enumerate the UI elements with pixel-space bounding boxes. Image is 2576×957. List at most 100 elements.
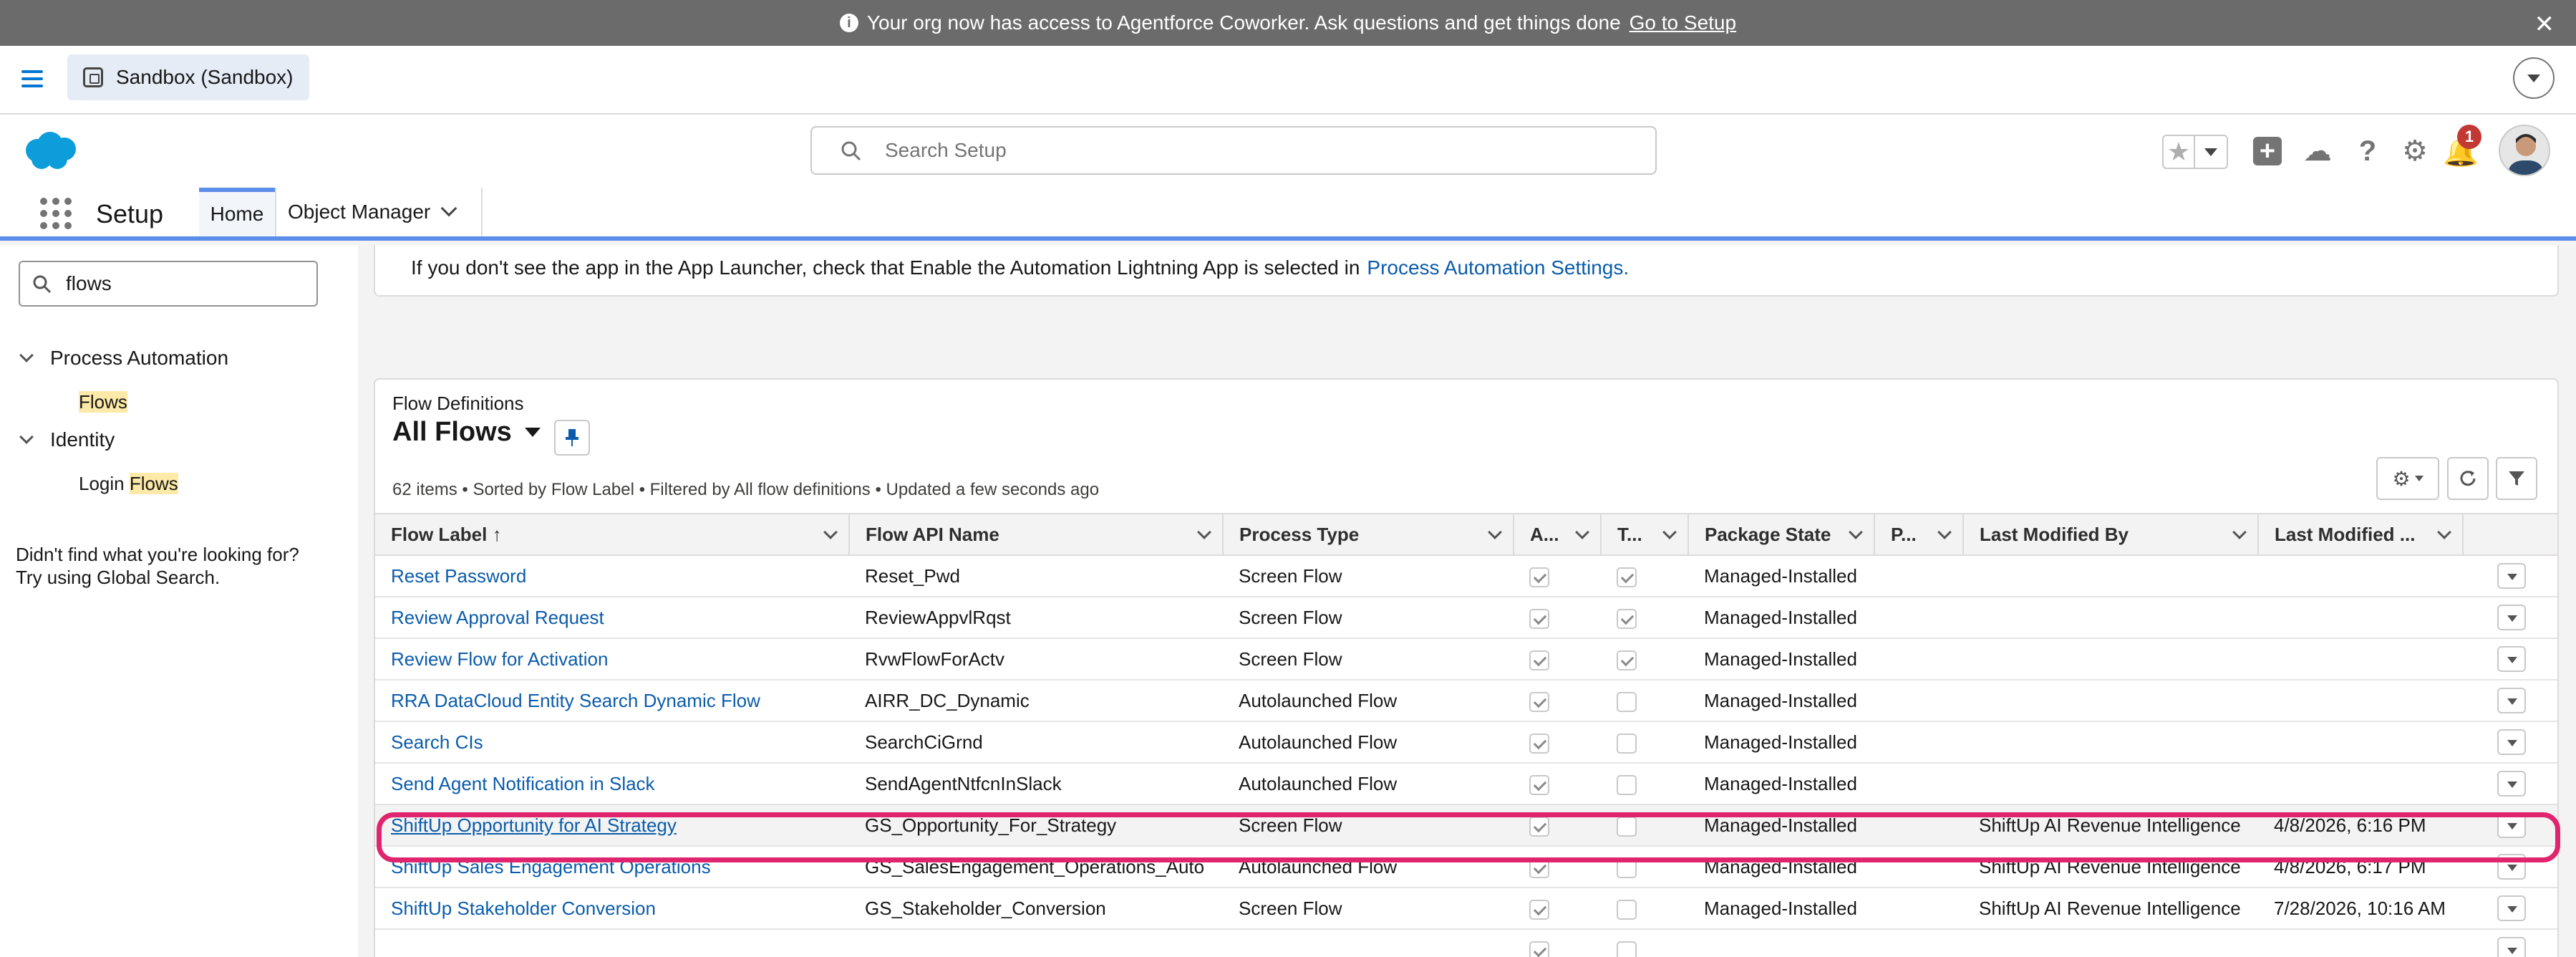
row-actions-menu-button[interactable] (2497, 771, 2526, 797)
column-header-p[interactable]: P... (1874, 513, 1964, 556)
column-header-flow-api-name[interactable]: Flow API Name (849, 513, 1224, 556)
info-card: If you don't see the app in the App Laun… (374, 245, 2559, 297)
chevron-down-icon[interactable] (19, 430, 34, 444)
package-state-cell: Managed-Installed (1688, 597, 1874, 639)
chevron-down-icon[interactable] (1937, 525, 1952, 539)
quick-find-input[interactable] (66, 272, 302, 295)
org-announcement-banner: i Your org now has access to Agentforce … (0, 0, 2576, 46)
flow-api-name-cell (849, 929, 1223, 957)
active-cell (1514, 763, 1601, 805)
star-icon[interactable]: ★ (2164, 136, 2195, 168)
package-state-cell: Managed-Installed (1688, 638, 1874, 681)
p-cell (1874, 638, 1963, 681)
flow-label-cell: Send Agent Notification in Slack (375, 763, 849, 805)
table-row: Review Flow for Activation RvwFlowForActv… (375, 638, 2557, 681)
flow-api-name-cell: ReviewAppvlRqst (849, 597, 1223, 639)
chevron-down-icon[interactable] (524, 428, 541, 437)
user-avatar[interactable] (2499, 125, 2550, 176)
column-header-last-modified[interactable]: Last Modified ... (2258, 513, 2464, 556)
filter-icon (2509, 471, 2524, 486)
flow-label-link[interactable]: Review Approval Request (391, 607, 604, 628)
tree-node-identity[interactable]: Identity (19, 428, 115, 451)
flow-label-link[interactable]: Search CIs (391, 731, 483, 753)
close-icon[interactable]: ✕ (2534, 10, 2555, 39)
column-header-active[interactable]: A... (1514, 513, 1602, 556)
tree-leaf-flows[interactable]: Flows (79, 391, 127, 413)
column-header-label: T... (1617, 523, 1642, 545)
flow-label-link[interactable]: RRA DataCloud Entity Search Dynamic Flow (391, 690, 760, 711)
org-bar: Sandbox (Sandbox) (0, 46, 2576, 115)
org-switcher[interactable]: Sandbox (Sandbox) (67, 54, 309, 100)
row-actions-menu-button[interactable] (2497, 729, 2526, 755)
salesforce-cloud-logo[interactable] (21, 130, 82, 173)
favorites-dropdown-button[interactable] (2195, 136, 2227, 168)
row-actions-menu-button[interactable] (2497, 688, 2526, 713)
row-actions-cell (2463, 804, 2557, 847)
chevron-down-icon[interactable] (440, 200, 457, 217)
template-cell (1601, 804, 1688, 847)
column-header-process-type[interactable]: Process Type (1223, 513, 1514, 556)
flow-label-link[interactable]: Review Flow for Activation (391, 648, 608, 670)
filter-button[interactable] (2496, 457, 2537, 500)
hamburger-menu-icon[interactable] (21, 70, 43, 87)
row-actions-menu-button[interactable] (2497, 937, 2526, 957)
table-row: ShiftUp Stakeholder Conversion GS_Stakeho… (375, 888, 2557, 930)
list-view-controls-button[interactable]: ⚙ (2376, 457, 2439, 500)
tab-object-manager[interactable]: Object Manager (275, 188, 483, 236)
tree-leaf-login-flows[interactable]: Login Flows (79, 473, 178, 495)
flow-label-link[interactable]: ShiftUp Stakeholder Conversion (391, 898, 656, 919)
help-icon[interactable]: ? (2350, 133, 2386, 169)
flow-label-link[interactable]: Send Agent Notification in Slack (391, 773, 655, 794)
tree-node-process-automation[interactable]: Process Automation (19, 347, 228, 370)
chevron-down-icon[interactable] (1488, 525, 1502, 539)
chevron-down-icon[interactable] (1197, 525, 1211, 539)
process-automation-settings-link[interactable]: Process Automation Settings. (1367, 256, 1629, 279)
row-actions-menu-button[interactable] (2497, 854, 2526, 880)
chevron-down-icon[interactable] (1575, 525, 1589, 539)
flow-label-cell: Review Flow for Activation (375, 638, 849, 681)
chevron-down-icon[interactable] (19, 348, 34, 362)
global-header: ★ + ☁ ? ⚙ 🔔 1 (0, 115, 2576, 188)
flow-label-link[interactable]: ShiftUp Opportunity for AI Strategy (391, 814, 677, 836)
go-to-setup-link[interactable]: Go to Setup (1630, 11, 1736, 34)
column-header-package-state[interactable]: Package State (1688, 513, 1875, 556)
org-dropdown-button[interactable] (2513, 57, 2555, 99)
column-header-flow-label[interactable]: Flow Label ↑ (375, 513, 850, 556)
pin-list-view-button[interactable] (554, 420, 590, 456)
p-cell (1874, 929, 1963, 957)
object-label: Flow Definitions (392, 393, 524, 414)
column-header-template[interactable]: T... (1601, 513, 1689, 556)
row-actions-menu-button[interactable] (2497, 895, 2526, 921)
tab-home[interactable]: Home (199, 188, 275, 236)
global-actions-button[interactable]: + (2250, 133, 2285, 169)
chevron-down-icon[interactable] (1662, 525, 1677, 539)
chevron-down-icon (2527, 74, 2540, 82)
chevron-down-icon[interactable] (823, 525, 838, 539)
list-view-picker[interactable]: All Flows (392, 417, 541, 448)
quick-find-box[interactable] (19, 261, 318, 307)
chevron-down-icon[interactable] (2437, 525, 2451, 539)
gear-icon[interactable]: ⚙ (2397, 133, 2433, 169)
chevron-down-icon[interactable] (2232, 525, 2247, 539)
flow-label-link[interactable]: Reset Password (391, 565, 526, 587)
row-actions-cell (2463, 763, 2557, 805)
row-actions-menu-button[interactable] (2497, 812, 2526, 838)
refresh-button[interactable] (2447, 457, 2489, 500)
tree-leaf-label: Login (79, 473, 130, 494)
trailhead-icon[interactable]: ☁ (2300, 133, 2335, 169)
setup-search-box[interactable] (810, 126, 1657, 175)
column-header-last-modified-by[interactable]: Last Modified By (1963, 513, 2259, 556)
favorites-group[interactable]: ★ (2162, 135, 2228, 169)
tree-node-label: Identity (50, 428, 115, 451)
notification-count-badge: 1 (2457, 125, 2481, 149)
template-checkbox (1617, 899, 1637, 920)
app-launcher-icon[interactable] (40, 198, 72, 229)
flow-label-link[interactable]: ShiftUp Sales Engagement Operations (391, 856, 711, 877)
active-cell (1514, 555, 1601, 597)
row-actions-menu-button[interactable] (2497, 646, 2526, 672)
chevron-down-icon[interactable] (1849, 525, 1863, 539)
setup-search-input[interactable] (885, 139, 1601, 162)
row-actions-menu-button[interactable] (2497, 605, 2526, 630)
template-cell (1601, 638, 1688, 681)
row-actions-menu-button[interactable] (2497, 563, 2526, 589)
